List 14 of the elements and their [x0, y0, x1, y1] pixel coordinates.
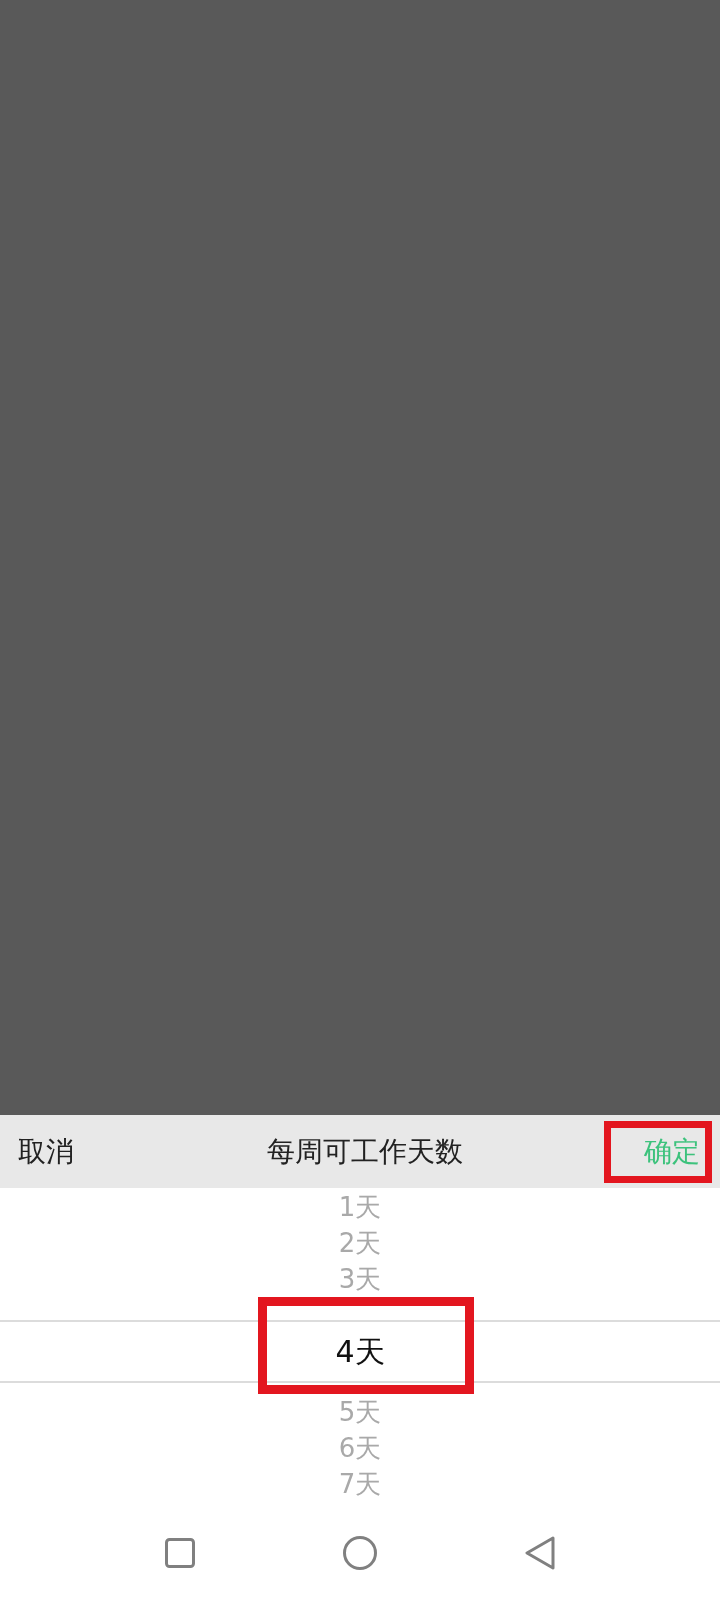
back-icon[interactable] — [525, 1535, 555, 1570]
recent-apps-icon[interactable] — [165, 1537, 195, 1568]
picker-selected-row[interactable]: 4天 — [0, 1320, 720, 1383]
picker-option[interactable]: 1天 — [338, 1194, 382, 1220]
picker-option[interactable]: 3天 — [338, 1266, 382, 1292]
picker-title: 每周可工作天数 — [267, 1137, 463, 1166]
picker-option[interactable]: 6天 — [338, 1435, 382, 1461]
picker-option[interactable]: 7天 — [338, 1471, 382, 1497]
picker-option[interactable]: 5天 — [338, 1399, 382, 1425]
confirm-button[interactable]: 确定 — [604, 1120, 712, 1183]
picker-option: 4天 — [335, 1336, 385, 1367]
cancel-button[interactable]: 取消 — [18, 1129, 74, 1174]
home-icon[interactable] — [343, 1535, 377, 1570]
picker-option[interactable]: 2天 — [338, 1230, 382, 1256]
